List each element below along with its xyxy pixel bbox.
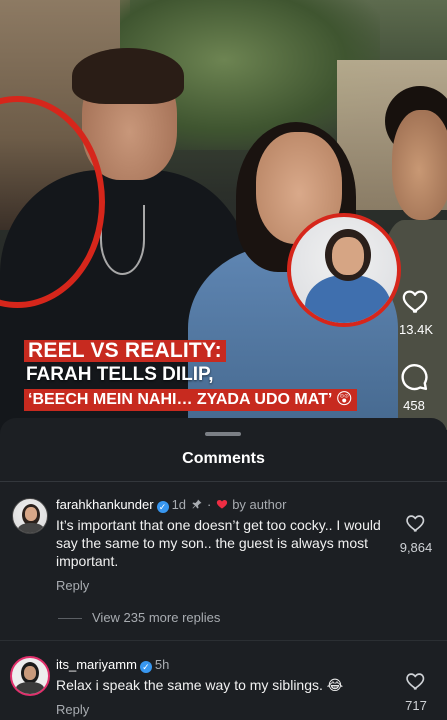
person-left-hair bbox=[72, 48, 184, 104]
comment-text: It’s important that one doesn’t get too … bbox=[56, 517, 381, 569]
pin-icon bbox=[192, 499, 201, 509]
view-more-replies[interactable]: View 235 more replies bbox=[58, 610, 220, 625]
comment-heart-icon[interactable] bbox=[405, 670, 427, 692]
reply-button[interactable]: Reply bbox=[56, 702, 89, 717]
person-left-chain bbox=[100, 205, 145, 275]
like-action[interactable]: 13.4K bbox=[399, 286, 433, 337]
reply-button[interactable]: Reply bbox=[56, 578, 89, 593]
comment-time: 1d bbox=[171, 497, 187, 512]
comments-sheet: Comments farahkhankunder ✓ 1d · by author … bbox=[0, 418, 447, 720]
comment-divider bbox=[0, 640, 447, 641]
verified-badge-icon: ✓ bbox=[156, 501, 169, 513]
comment-like-count: 9,864 bbox=[399, 540, 433, 555]
headline-line-2: FARAH TELLS DILIP, bbox=[26, 364, 214, 385]
person-right-face bbox=[392, 110, 447, 220]
headline-line-3: ‘BEECH MEIN NAHI… ZYADA UDO MAT’ 😲 bbox=[24, 389, 357, 411]
heart-outline-icon[interactable] bbox=[401, 286, 431, 316]
headline-emoji: 😲 bbox=[335, 391, 353, 408]
replies-line bbox=[58, 618, 82, 620]
headline-line-3-text: ‘BEECH MEIN NAHI… ZYADA UDO MAT’ bbox=[28, 391, 332, 408]
comment-time: 5h bbox=[154, 657, 170, 672]
sheet-divider bbox=[0, 481, 447, 482]
comment-text: Relax i speak the same way to my sibling… bbox=[56, 677, 344, 693]
comment-username[interactable]: farahkhankunder bbox=[56, 497, 154, 512]
avatar[interactable] bbox=[10, 656, 50, 696]
headline-line-1: REEL VS REALITY: bbox=[24, 340, 226, 362]
comment-heart-icon[interactable] bbox=[405, 512, 427, 534]
red-heart-icon bbox=[216, 500, 227, 509]
comment-bubble-icon[interactable] bbox=[399, 362, 429, 392]
reel-video[interactable]: REEL VS REALITY: FARAH TELLS DILIP, ‘BEE… bbox=[0, 0, 447, 430]
comment-like-count: 717 bbox=[405, 698, 427, 713]
comment-username[interactable]: its_mariyamm bbox=[56, 657, 137, 672]
liked-by-author-label: by author bbox=[232, 497, 287, 512]
comment-count: 458 bbox=[403, 398, 425, 413]
inset-portrait bbox=[287, 213, 401, 327]
avatar[interactable] bbox=[12, 498, 48, 534]
view-more-replies-label: View 235 more replies bbox=[92, 610, 221, 625]
comment-action[interactable]: 458 bbox=[399, 362, 429, 413]
comments-title: Comments bbox=[182, 450, 265, 467]
sheet-drag-handle[interactable] bbox=[205, 432, 241, 436]
verified-badge-icon: ✓ bbox=[139, 661, 152, 673]
like-count: 13.4K bbox=[399, 322, 433, 337]
